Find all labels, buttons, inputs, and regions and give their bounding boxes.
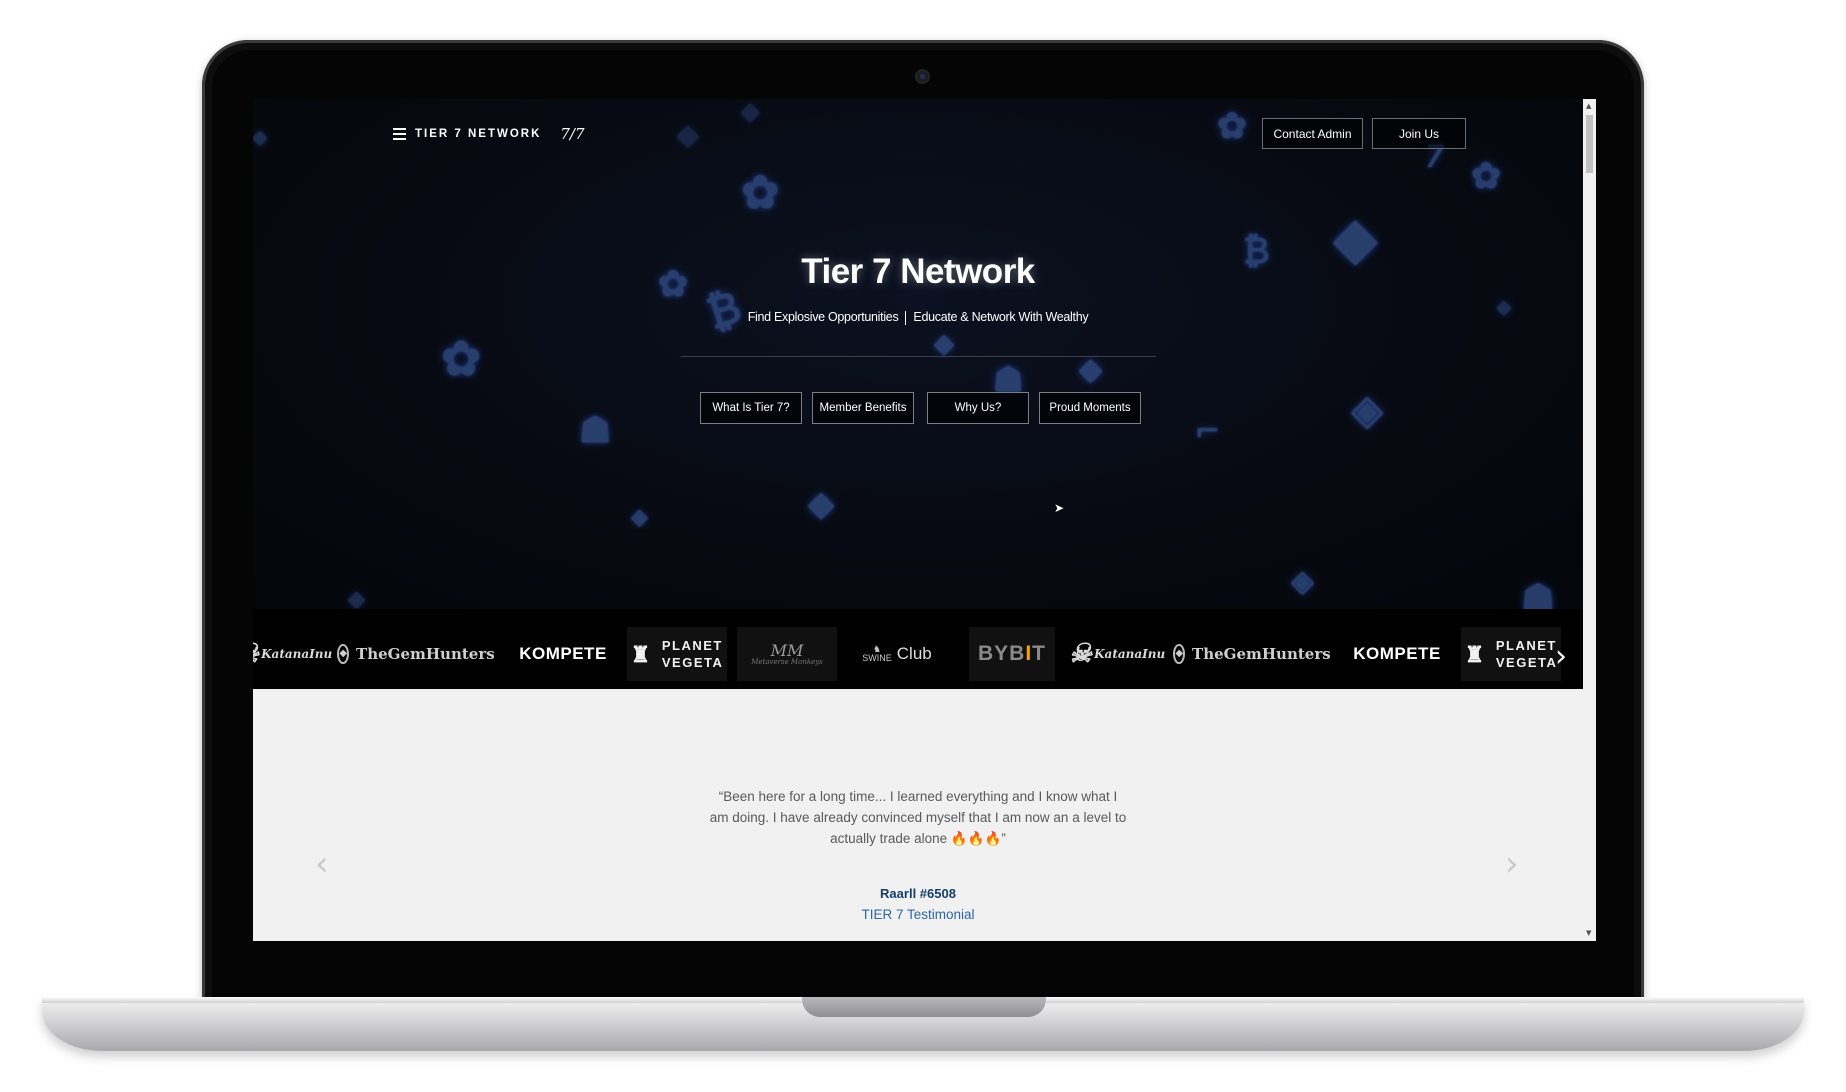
brand-logo: 7/7 <box>560 125 585 143</box>
subtitle-right: Educate & Network With Wealthy <box>913 310 1089 324</box>
hero-divider <box>681 356 1156 357</box>
browser-viewport: ✿ ₿ ✿ ✿ ☗ ◆ ◈ ◈ ☗ ◆ ✿ ◆ ₿ ✿ ◈ ⌐ ◈ ☗ ◈ ◈ … <box>253 99 1596 941</box>
diamond-icon: ◈ <box>934 329 954 359</box>
scroll-up-arrow-icon[interactable]: ▲ <box>1586 102 1591 110</box>
hero-section: ✿ ₿ ✿ ✿ ☗ ◆ ◈ ◈ ☗ ◆ ✿ ◆ ₿ ✿ ◈ ⌐ ◈ ☗ ◈ ◈ … <box>253 99 1583 609</box>
brand-name: TIER 7 NETWORK <box>415 128 542 140</box>
partner-logo-planet-vegeta[interactable]: ♜ PLANET VEGETA <box>1461 627 1561 681</box>
partner-logo-strip: ☠KatanaInu ◆TheGemHunters KOMPETE ♜ PLAN… <box>253 609 1583 689</box>
ripple-icon: ✿ <box>441 331 482 387</box>
diamond-icon: ◈ <box>677 118 699 151</box>
menu-icon[interactable] <box>393 128 406 140</box>
bear-icon: ☗ <box>579 410 612 451</box>
testimonial-role: TIER 7 Testimonial <box>861 907 975 922</box>
diamond-icon: ◆ <box>253 127 267 148</box>
diamond-icon: ◈ <box>348 587 365 610</box>
testimonial-author: Raarll #6508 <box>880 886 956 901</box>
hero-title: Tier 7 Network <box>801 252 1035 291</box>
nav-brand[interactable]: TIER 7 NETWORK 7/7 <box>393 125 585 143</box>
scroll-down-arrow-icon[interactable]: ▼ <box>1586 929 1591 937</box>
gem-icon: ◆ <box>1173 644 1186 664</box>
partner-logo-kompete[interactable]: KOMPETE <box>1349 627 1445 681</box>
partner-logo-katana-inu[interactable]: ☠KatanaInu <box>253 627 332 681</box>
partner-logo-kompete[interactable]: KOMPETE <box>515 627 611 681</box>
ripple-icon: ✿ <box>1217 106 1248 147</box>
contact-admin-button[interactable]: Contact Admin <box>1262 118 1363 149</box>
join-us-button[interactable]: Join Us <box>1372 118 1466 149</box>
ninja-icon: ☠ <box>1068 639 1093 669</box>
bear-icon: ☗ <box>1521 576 1556 609</box>
testimonial-section: ‹ “Been here for a long time... I learne… <box>253 689 1583 941</box>
hero-subtitle: Find Explosive Opportunities Educate & Ne… <box>253 310 1583 325</box>
webcam <box>917 71 928 82</box>
mouse-cursor-icon: ➤ <box>1054 501 1065 515</box>
testimonial-quote: “Been here for a long time... I learned … <box>709 789 1127 846</box>
diamond-icon: ◈ <box>631 505 648 530</box>
diamond-icon: ◈ <box>741 99 760 125</box>
chevron-left-icon[interactable]: ‹ <box>315 844 329 884</box>
scroll-thumb[interactable] <box>1586 115 1593 173</box>
partner-logo-gem-hunters[interactable]: ◆ TheGemHunters <box>337 627 495 681</box>
gun-icon: ⌐ <box>1195 414 1221 449</box>
ethereum-icon: ◆ <box>808 484 835 524</box>
ripple-icon: ✿ <box>1471 156 1502 197</box>
ethereum-icon: ◈ <box>1351 385 1384 434</box>
ethereum-icon: ◆ <box>1079 352 1103 387</box>
subtitle-left: Find Explosive Opportunities <box>747 310 899 324</box>
partner-logo-katana-inu[interactable]: ☠KatanaInu <box>1068 627 1165 681</box>
chevron-right-icon[interactable]: › <box>1505 844 1519 884</box>
rocket-icon: ♜ <box>1464 641 1486 667</box>
chevron-right-icon[interactable]: › <box>1555 639 1567 674</box>
subtitle-separator <box>905 310 907 325</box>
rocket-icon: ♜ <box>630 641 652 667</box>
page-scrollbar[interactable]: ▲ ▼ <box>1583 99 1596 941</box>
gem-icon: ◆ <box>337 644 350 664</box>
why-us-button[interactable]: Why Us? <box>927 392 1029 424</box>
member-benefits-button[interactable]: Member Benefits <box>812 392 914 424</box>
partner-logo-gem-hunters[interactable]: ◆ TheGemHunters <box>1173 627 1331 681</box>
laptop-hinge-notch <box>802 997 1046 1017</box>
partner-logo-swine-club[interactable]: ♞ SWINE Club <box>849 627 945 681</box>
ripple-icon: ✿ <box>741 165 780 219</box>
proud-moments-button[interactable]: Proud Moments <box>1039 392 1141 424</box>
partner-logo-planet-vegeta[interactable]: ♜ PLANET VEGETA <box>627 627 727 681</box>
ninja-icon: ☠ <box>253 639 259 669</box>
what-is-tier7-button[interactable]: What Is Tier 7? <box>700 392 802 424</box>
partner-logo-metaverse-monkeys[interactable]: MM Metaverse Monkeys <box>737 627 837 681</box>
partner-logo-bybit[interactable]: BYB I T <box>969 627 1055 681</box>
ethereum-icon: ◈ <box>1291 564 1315 599</box>
swine-icon: ♞ SWINE <box>862 644 892 663</box>
